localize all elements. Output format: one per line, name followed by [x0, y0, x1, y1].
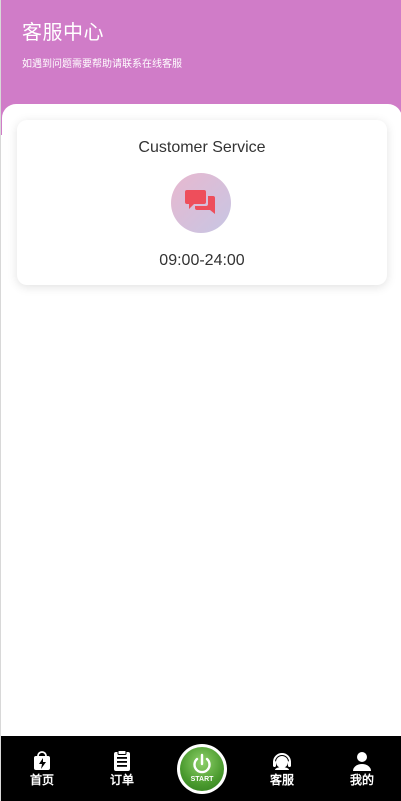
start-button-face: START	[180, 747, 224, 791]
tab-customer-service-label: 客服	[269, 773, 294, 787]
order-list-icon	[114, 750, 130, 771]
headset-icon	[273, 753, 291, 770]
tab-mine[interactable]: 我的	[332, 736, 392, 801]
card-title: Customer Service	[138, 139, 266, 156]
tab-orders-label: 订单	[109, 773, 134, 787]
page-subtitle: 如遇到问题需要帮助请联系在线客服	[22, 59, 182, 70]
start-label: START	[190, 776, 214, 783]
customer-service-card[interactable]: Customer Service 09:00-24:00	[17, 120, 387, 285]
user-icon	[353, 752, 371, 771]
tab-mine-label: 我的	[349, 773, 374, 787]
app-screen: 客服中心 如遇到问题需要帮助请联系在线客服 Customer Service 0…	[0, 0, 401, 801]
power-icon	[193, 753, 211, 774]
tab-customer-service[interactable]: 客服	[252, 736, 312, 801]
start-button[interactable]: START	[177, 744, 227, 794]
tab-home[interactable]: 首页	[12, 736, 72, 801]
home-bag-icon	[34, 751, 50, 770]
page-title: 客服中心	[22, 22, 104, 44]
tab-orders[interactable]: 订单	[92, 736, 152, 801]
chat-icon-circle[interactable]	[171, 173, 231, 233]
tab-home-label: 首页	[29, 773, 54, 787]
chat-bubbles-icon	[185, 190, 215, 214]
service-hours: 09:00-24:00	[159, 252, 245, 269]
